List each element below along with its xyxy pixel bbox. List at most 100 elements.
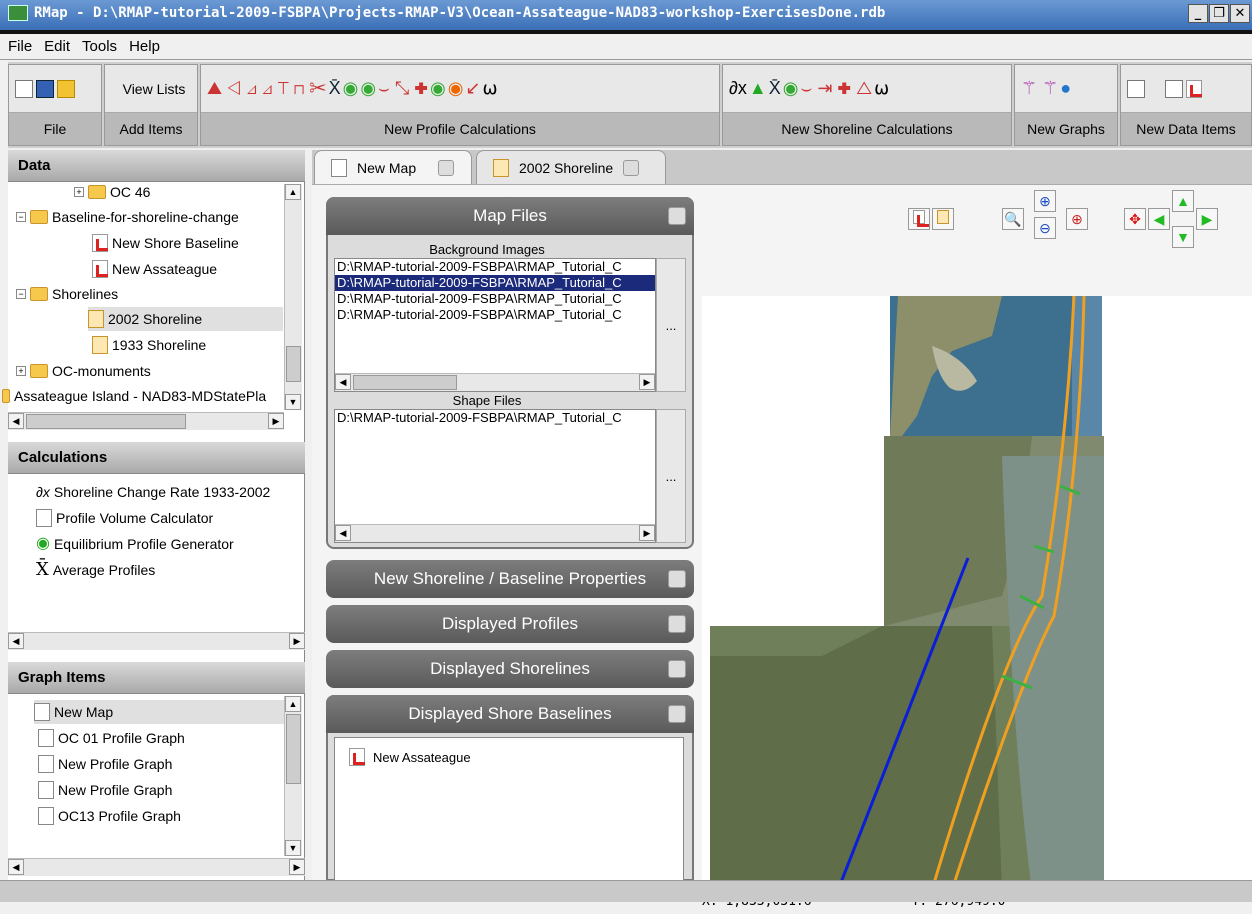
pan-down-button[interactable]: ▼ xyxy=(1172,226,1194,248)
graph-item-new-map[interactable]: New Map xyxy=(34,700,284,724)
tab-2002-shoreline[interactable]: 2002 Shoreline xyxy=(476,150,666,184)
shoreline-props-checkbox[interactable] xyxy=(668,570,686,588)
scroll-left-arrow[interactable]: ◀ xyxy=(335,374,351,390)
scroll-up-arrow[interactable]: ▲ xyxy=(285,696,301,712)
map-files-header[interactable]: Map Files xyxy=(326,197,694,235)
scroll-left-arrow[interactable]: ◀ xyxy=(8,859,24,875)
menu-file[interactable]: File xyxy=(8,38,32,55)
collapse-icon[interactable]: − xyxy=(16,289,26,299)
export-baseline-button[interactable] xyxy=(908,208,930,230)
minimize-button[interactable]: _ xyxy=(1188,4,1208,23)
shoreline-calc-icons[interactable]: ∂x ▲ X̄ ◉ ⌣ ⇥ ✚ △ ⍵ xyxy=(723,65,1011,113)
shape-list-hscrollbar[interactable]: ◀ ▶ xyxy=(335,524,655,542)
baseline-list-item[interactable]: New Assateague xyxy=(335,738,683,776)
save-icon[interactable] xyxy=(36,79,54,98)
export-doc-button[interactable] xyxy=(932,208,954,230)
scroll-down-arrow[interactable]: ▼ xyxy=(285,840,301,856)
zoom-out-button[interactable]: ⊖ xyxy=(1034,217,1056,239)
shape-files-list[interactable]: D:\RMAP-tutorial-2009-FSBPA\RMAP_Tutoria… xyxy=(334,409,656,543)
shoreline-properties-header[interactable]: New Shoreline / Baseline Properties xyxy=(326,560,694,598)
bg-file-row[interactable]: D:\RMAP-tutorial-2009-FSBPA\RMAP_Tutoria… xyxy=(335,291,655,307)
zoom-extent-button[interactable]: 🔍 xyxy=(1002,208,1024,230)
scroll-thumb[interactable] xyxy=(26,414,186,429)
map-canvas[interactable] xyxy=(702,296,1252,890)
data-item-icons[interactable] xyxy=(1121,65,1251,113)
graph-horizontal-scrollbar[interactable]: ◀ ▶ xyxy=(8,858,305,876)
baselines-list[interactable]: New Assateague xyxy=(334,737,684,881)
menu-tools[interactable]: Tools xyxy=(82,38,117,55)
displayed-baselines-header[interactable]: Displayed Shore Baselines xyxy=(326,695,694,733)
tree-item-shorelines-folder[interactable]: − Shorelines xyxy=(16,282,118,306)
calc-shoreline-change-rate[interactable]: ∂x Shoreline Change Rate 1933-2002 xyxy=(36,480,270,504)
tab-close-box[interactable] xyxy=(438,159,455,176)
calc-equilibrium-profile[interactable]: ◉ Equilibrium Profile Generator xyxy=(36,532,234,556)
tree-item-1933-shoreline[interactable]: 1933 Shoreline xyxy=(92,333,206,357)
view-lists-button[interactable]: View Lists xyxy=(105,65,197,113)
calc-horizontal-scrollbar[interactable]: ◀ ▶ xyxy=(8,632,305,650)
tab-new-map[interactable]: New Map xyxy=(314,150,472,184)
data-doc-icon[interactable] xyxy=(1165,79,1184,98)
zoom-in-button[interactable]: ⊕ xyxy=(1034,190,1056,212)
bg-file-row[interactable]: D:\RMAP-tutorial-2009-FSBPA\RMAP_Tutoria… xyxy=(335,307,655,323)
graph-icons[interactable]: ⚚ ⚚ ● xyxy=(1015,65,1117,113)
browse-bg-button[interactable]: ... xyxy=(656,258,686,392)
background-images-list[interactable]: D:\RMAP-tutorial-2009-FSBPA\RMAP_Tutoria… xyxy=(334,258,656,392)
scroll-left-arrow[interactable]: ◀ xyxy=(8,413,24,429)
pan-left-button[interactable]: ◀ xyxy=(1148,208,1170,230)
restore-button[interactable]: ❐ xyxy=(1209,4,1229,23)
displayed-profiles-header[interactable]: Displayed Profiles xyxy=(326,605,694,643)
menu-help[interactable]: Help xyxy=(129,38,160,55)
tree-item-assateague-island[interactable]: Assateague Island - NAD83-MDStatePla xyxy=(2,384,276,408)
data-vertical-scrollbar[interactable]: ▲ ▼ xyxy=(284,184,302,410)
calc-average-profiles[interactable]: X̄ Average Profiles xyxy=(36,558,155,582)
tree-item-new-assateague[interactable]: New Assateague xyxy=(92,257,217,281)
tree-item-baseline-folder[interactable]: − Baseline-for-shoreline-change xyxy=(16,205,239,229)
pan-button[interactable]: ✥ xyxy=(1124,208,1146,230)
tab-close-box[interactable] xyxy=(623,159,640,176)
shorelines-checkbox[interactable] xyxy=(668,660,686,678)
menu-edit[interactable]: Edit xyxy=(44,38,70,55)
map-files-checkbox[interactable] xyxy=(668,207,686,225)
graph-item-new-profile-1[interactable]: New Profile Graph xyxy=(38,752,172,776)
graph-item-oc13[interactable]: OC13 Profile Graph xyxy=(38,804,181,828)
graph-item-new-profile-2[interactable]: New Profile Graph xyxy=(38,778,172,802)
shape-file-row[interactable]: D:\RMAP-tutorial-2009-FSBPA\RMAP_Tutoria… xyxy=(335,410,655,426)
scroll-thumb[interactable] xyxy=(353,375,457,390)
scroll-left-arrow[interactable]: ◀ xyxy=(335,525,351,541)
profiles-checkbox[interactable] xyxy=(668,615,686,633)
bg-file-row[interactable]: D:\RMAP-tutorial-2009-FSBPA\RMAP_Tutoria… xyxy=(335,259,655,275)
scroll-thumb[interactable] xyxy=(286,714,301,784)
tree-item-oc46[interactable]: + OC 46 xyxy=(74,180,150,204)
tree-item-2002-shoreline[interactable]: 2002 Shoreline xyxy=(88,307,283,331)
baselines-checkbox[interactable] xyxy=(668,705,686,723)
scroll-up-arrow[interactable]: ▲ xyxy=(285,184,301,200)
scroll-right-arrow[interactable]: ▶ xyxy=(639,374,655,390)
bg-file-row[interactable]: D:\RMAP-tutorial-2009-FSBPA\RMAP_Tutoria… xyxy=(335,275,655,291)
graph-vertical-scrollbar[interactable]: ▲ ▼ xyxy=(284,696,302,856)
scroll-thumb[interactable] xyxy=(286,346,301,382)
bg-list-hscrollbar[interactable]: ◀ ▶ xyxy=(335,373,655,391)
open-folder-icon[interactable] xyxy=(57,79,75,98)
browse-shape-button[interactable]: ... xyxy=(656,409,686,543)
expand-icon[interactable]: + xyxy=(16,366,26,376)
scroll-right-arrow[interactable]: ▶ xyxy=(289,633,305,649)
scroll-left-arrow[interactable]: ◀ xyxy=(8,633,24,649)
calc-profile-volume[interactable]: Profile Volume Calculator xyxy=(36,506,213,530)
data-horizontal-scrollbar[interactable]: ◀ ▶ xyxy=(8,412,284,430)
pan-up-button[interactable]: ▲ xyxy=(1172,190,1194,212)
scroll-right-arrow[interactable]: ▶ xyxy=(289,859,305,875)
scroll-right-arrow[interactable]: ▶ xyxy=(639,525,655,541)
pan-right-button[interactable]: ▶ xyxy=(1196,208,1218,230)
collapse-icon[interactable]: − xyxy=(16,212,26,222)
scroll-right-arrow[interactable]: ▶ xyxy=(268,413,284,429)
displayed-shorelines-header[interactable]: Displayed Shorelines xyxy=(326,650,694,688)
new-file-icon[interactable] xyxy=(15,79,33,98)
baseline-doc-icon[interactable] xyxy=(1186,79,1203,98)
close-button[interactable]: ✕ xyxy=(1230,4,1250,23)
zoom-window-button[interactable]: ⊕ xyxy=(1066,208,1088,230)
scroll-down-arrow[interactable]: ▼ xyxy=(285,394,301,410)
expand-icon[interactable]: + xyxy=(74,187,84,197)
tree-item-oc-monuments[interactable]: + OC-monuments xyxy=(16,359,151,383)
profile-calc-icons[interactable]: ⛰ ◁ ⊿ ⊿ ⊤ ⊓ ✂ X̄ ◉ ◉ ⌣ ⤡ ✚ ◉ ◉ ↙ ⍵ xyxy=(201,65,719,113)
graph-item-oc01[interactable]: OC 01 Profile Graph xyxy=(38,726,185,750)
